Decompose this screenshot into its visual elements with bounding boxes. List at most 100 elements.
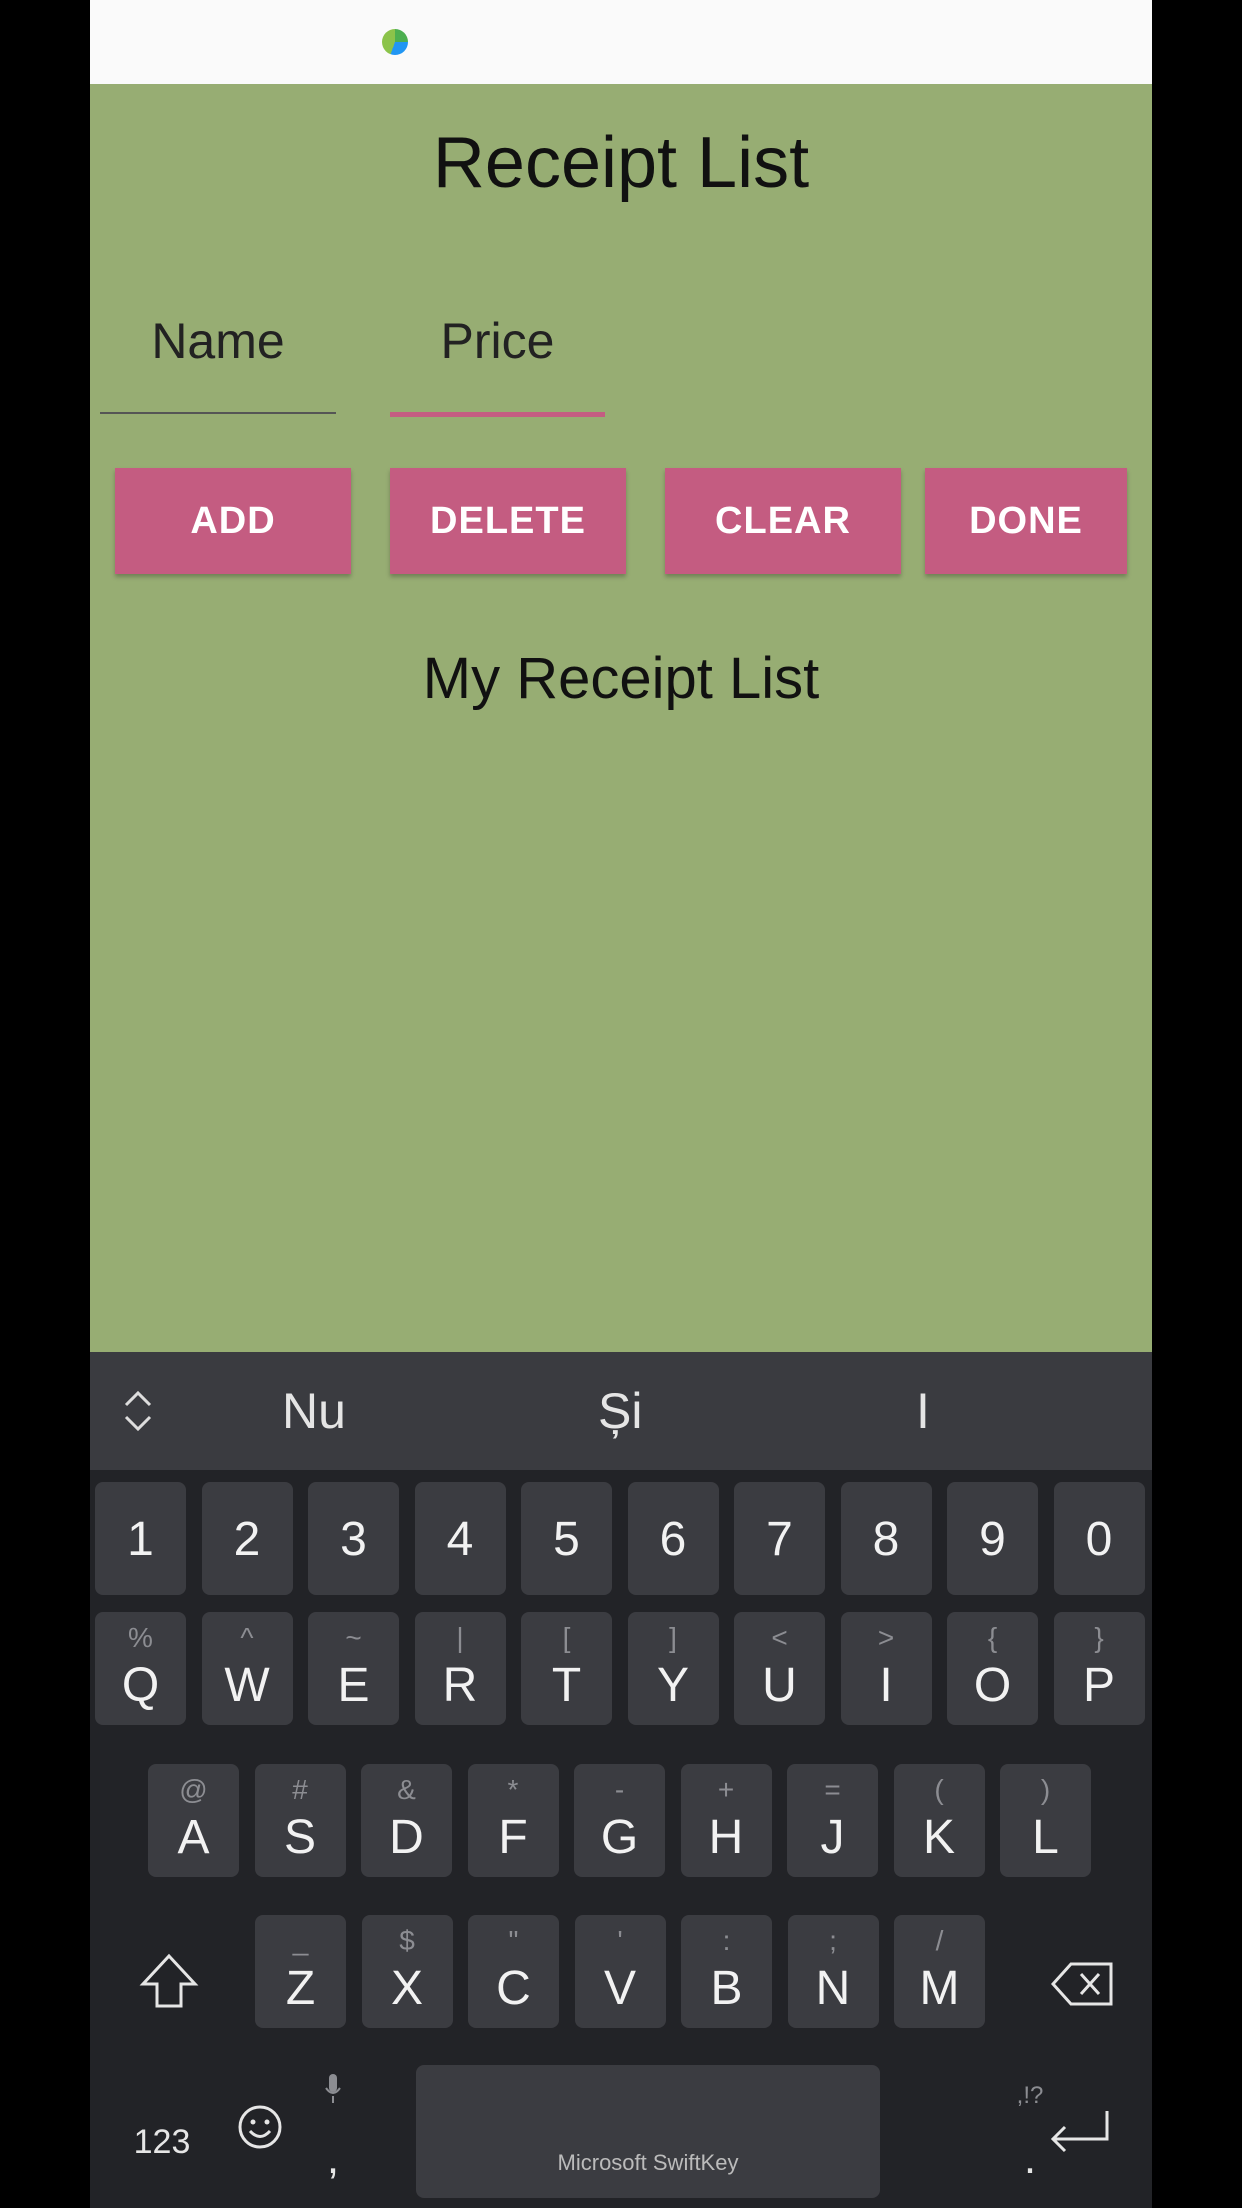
enter-icon[interactable] [1040,2107,1120,2167]
delete-button[interactable]: DELETE [390,468,626,574]
key-g-label: G [600,1811,639,1864]
key-a[interactable]: @ A [148,1764,239,1877]
key-l-secondary: ) [1040,1774,1051,1805]
key-7-label: 7 [766,1513,793,1566]
key-n-label: N [815,1962,851,2015]
key-t[interactable]: [T [521,1612,612,1725]
phone-screen: Receipt List Name Price ADD DELETE CLEAR… [90,0,1152,2208]
key-j-secondary: = [824,1774,841,1805]
key-d-label: D [389,1811,424,1864]
page-title: Receipt List [432,123,810,203]
key-k-secondary: ( [934,1774,944,1805]
key-e-label: E [337,1659,370,1712]
key-1[interactable]: 1 [95,1482,186,1595]
key-j-label: J [820,1811,845,1864]
key-b[interactable]: :B [681,1915,772,2028]
key-c[interactable]: " C [468,1915,559,2028]
key-u[interactable]: < U [734,1612,825,1725]
key-f[interactable]: * F [467,1764,559,1877]
backspace-icon[interactable] [1048,1960,1118,2030]
key-u-label: U [762,1659,797,1712]
key-e[interactable]: ~ E [308,1612,399,1725]
key-9-label: 9 [979,1513,1006,1566]
price-input[interactable]: Price [390,312,605,417]
status-bar [90,0,1152,84]
numbers-key[interactable]: 123 [112,2112,212,2172]
key-a-label: A [177,1811,210,1864]
key-l-label: L [1032,1811,1059,1864]
key-v[interactable]: ' V [574,1915,666,2028]
key-x[interactable]: $ X [361,1915,453,2028]
key-w[interactable]: ^ W [201,1612,293,1725]
name-placeholder: Name [151,313,285,369]
key-q[interactable]: % Q [95,1612,186,1725]
suggestion-bar: Nu Și I [90,1352,1152,1470]
key-g[interactable]: -G [574,1764,665,1877]
key-o-label: O [973,1659,1012,1712]
key-u-secondary: < [771,1622,788,1653]
key-2[interactable]: 2 [201,1482,293,1595]
key-7[interactable]: 7 [734,1482,825,1595]
key-m[interactable]: / M [894,1915,985,2028]
key-3[interactable]: 3 [308,1482,399,1595]
key-c-label: C [496,1962,531,2015]
key-1-label: 1 [127,1513,154,1566]
key-k-label: K [922,1811,955,1864]
key-o[interactable]: {O [947,1612,1038,1725]
key-s[interactable]: # S [254,1764,346,1877]
key-e-secondary: ~ [345,1622,362,1653]
receipt-list-title: My Receipt List [422,646,820,711]
key-n[interactable]: ; N [787,1915,879,2028]
key-w-label: W [224,1659,270,1712]
key-l[interactable]: ) L [1000,1764,1091,1877]
key-s-label: S [283,1811,316,1864]
key-h[interactable]: + H [680,1764,772,1877]
key-6[interactable]: 6 [627,1482,719,1595]
key-z[interactable]: _ Z [255,1915,346,2028]
emoji-icon[interactable] [225,2102,295,2172]
soft-keyboard: Nu Și I 1234567890 % Q ^ W ~ E | R[T] Y < U > I{O} P … [90,1352,1152,2208]
key-i-secondary: > [877,1622,895,1653]
key-p[interactable]: } P [1053,1612,1145,1725]
key-f-secondary: * [507,1774,519,1805]
done-button[interactable]: DONE [925,468,1127,574]
key-5-label: 5 [553,1513,580,1566]
key-t-secondary: [ [562,1622,571,1653]
key-j[interactable]: = J [787,1764,878,1877]
app-notification-icon [382,29,408,55]
key-4[interactable]: 4 [414,1482,506,1595]
key-d[interactable]: & D [361,1764,452,1877]
key-k[interactable]: (K [893,1764,985,1877]
name-input[interactable]: Name [100,312,336,414]
key-v-secondary: ' [617,1925,623,1956]
key-p-label: P [1082,1659,1115,1712]
key-4-label: 4 [446,1513,474,1566]
comma-key[interactable]: , [308,2074,358,2194]
shift-icon[interactable] [124,1950,214,2040]
key-q-secondary: % [128,1622,153,1653]
suggestion-3[interactable]: I [916,1382,930,1440]
add-button[interactable]: ADD [115,468,351,574]
key-0[interactable]: 0 [1053,1482,1145,1595]
key-8[interactable]: 8 [840,1482,932,1595]
clear-button[interactable]: CLEAR [665,468,901,574]
suggestion-2[interactable]: Și [598,1382,642,1440]
key-r[interactable]: | R [414,1612,506,1725]
suggestion-1[interactable]: Nu [282,1382,346,1440]
keyboard-brand: Microsoft SwiftKey [557,2150,739,2175]
key-y-secondary: ] [669,1622,677,1653]
expand-toolbar-icon[interactable] [120,1387,156,1435]
key-3-label: 3 [340,1513,367,1566]
key-y-label: Y [656,1659,689,1712]
key-y[interactable]: ] Y [627,1612,719,1725]
key-5[interactable]: 5 [521,1482,612,1595]
key-9[interactable]: 9 [947,1482,1038,1595]
key-i[interactable]: > I [840,1612,932,1725]
key-n-secondary: ; [829,1925,837,1956]
key-d-secondary: & [397,1774,416,1805]
key-x-secondary: $ [399,1925,415,1956]
key-o-secondary: { [987,1622,998,1653]
key-f-label: F [498,1811,528,1864]
key-r-label: R [442,1659,478,1712]
space-key[interactable]: Microsoft SwiftKey [416,2065,880,2198]
